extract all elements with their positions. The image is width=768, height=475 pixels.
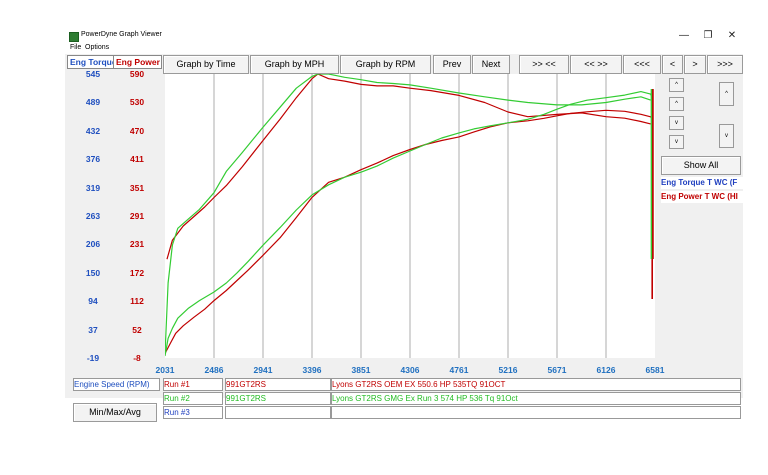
restore-button[interactable]: ❐ — [698, 28, 718, 44]
power-tick-label: 590 — [129, 69, 145, 79]
rpm-tick-label: 6126 — [596, 365, 616, 375]
power-tick-label: 112 — [130, 296, 144, 307]
torque-tick-label: 94 — [88, 296, 98, 307]
legend-power[interactable]: Eng Power T WC (HI — [661, 191, 743, 203]
close-button[interactable]: ✕ — [722, 28, 742, 44]
prev-button[interactable]: Prev — [433, 55, 471, 74]
torque-tick-label: 206 — [85, 239, 101, 250]
graph-by-mph-button[interactable]: Graph by MPH — [250, 55, 339, 74]
run-label[interactable]: Run #1 — [163, 378, 223, 391]
title-bar: PowerDyne Graph Viewer — ❐ ✕ — [65, 28, 743, 44]
zoom-out-button[interactable]: >> << — [519, 55, 569, 74]
torque-tick-label: 150 — [85, 267, 101, 278]
run-name[interactable]: 991GT2RS — [225, 392, 331, 405]
rpm-tick-label: 3396 — [302, 365, 322, 375]
run-description[interactable]: Lyons GT2RS GMG Ex Run 3 574 HP 536 Tq 9… — [331, 392, 741, 405]
menu-options[interactable]: Options — [85, 44, 109, 51]
scroll-up-fast-button[interactable]: ^ — [669, 78, 684, 92]
graph-by-time-button[interactable]: Graph by Time — [163, 55, 249, 74]
dyno-chart — [165, 74, 655, 358]
power-tick-label: 52 — [132, 324, 142, 335]
show-all-button[interactable]: Show All — [661, 156, 741, 175]
torque-tick-label: 489 — [85, 97, 101, 108]
x-axis-name-box[interactable]: Engine Speed (RPM) — [73, 378, 160, 391]
zoom-in-button[interactable]: << >> — [570, 55, 622, 74]
torque-tick-label: 432 — [85, 125, 101, 136]
torque-tick-label: 319 — [85, 182, 101, 193]
power-tick-label: 530 — [129, 97, 145, 108]
rpm-tick-label: 4761 — [449, 365, 469, 375]
minimize-button[interactable]: — — [674, 28, 694, 44]
graph-viewer-window: PowerDyne Graph Viewer — ❐ ✕ File Option… — [65, 28, 743, 422]
graph-by-rpm-button[interactable]: Graph by RPM — [340, 55, 431, 74]
torque-axis-header[interactable]: Eng Torque — [67, 55, 114, 69]
scroll-far-right-button[interactable]: >>> — [707, 55, 743, 74]
rpm-tick-label: 5671 — [547, 365, 567, 375]
run-name[interactable] — [225, 406, 331, 419]
rpm-tick-label: 2031 — [155, 365, 175, 375]
legend-torque[interactable]: Eng Torque T WC (F — [661, 177, 743, 189]
expand-vertical-button[interactable]: ^ — [719, 82, 734, 106]
rpm-tick-label: 2941 — [253, 365, 273, 375]
app-icon — [69, 32, 79, 42]
rpm-tick-label: 2486 — [204, 365, 224, 375]
min-max-avg-button[interactable]: Min/Max/Avg — [73, 403, 157, 422]
graph-panel: Eng Torque Eng Power Graph by Time Graph… — [65, 54, 743, 422]
power-tick-label: 351 — [129, 182, 145, 193]
torque-tick-label: 545 — [85, 69, 101, 79]
next-button[interactable]: Next — [472, 55, 510, 74]
power-tick-label: 172 — [129, 267, 145, 278]
power-tick-label: 470 — [129, 125, 145, 136]
menu-file[interactable]: File — [70, 44, 81, 51]
torque-tick-label: -19 — [86, 353, 100, 363]
rpm-tick-label: 4306 — [400, 365, 420, 375]
scroll-right-button[interactable]: > — [684, 55, 706, 74]
run-label[interactable]: Run #3 — [163, 406, 223, 419]
power-tick-label: 231 — [129, 239, 145, 250]
rpm-tick-label: 3851 — [351, 365, 371, 375]
power-tick-label: 291 — [129, 211, 145, 221]
torque-tick-label: 376 — [85, 154, 101, 165]
rpm-tick-label: 5216 — [498, 365, 518, 375]
scroll-far-left-button[interactable]: <<< — [623, 55, 661, 74]
scroll-up-button[interactable]: ^ — [669, 97, 684, 111]
rpm-tick-label: 6581 — [645, 365, 665, 375]
run-label[interactable]: Run #2 — [163, 392, 223, 405]
compress-vertical-button[interactable]: v — [719, 124, 734, 148]
scroll-left-button[interactable]: < — [662, 55, 683, 74]
scroll-down-button[interactable]: v — [669, 116, 684, 130]
menu-bar: File Options — [65, 44, 743, 54]
window-title: PowerDyne Graph Viewer — [81, 31, 162, 38]
power-tick-label: 411 — [130, 154, 144, 165]
run-name[interactable]: 991GT2RS — [225, 378, 331, 391]
torque-tick-label: 37 — [88, 324, 98, 335]
scroll-down-fast-button[interactable]: v — [669, 135, 684, 149]
run-description[interactable] — [331, 406, 741, 419]
run-description[interactable]: Lyons GT2RS OEM EX 550.6 HP 535TQ 91OCT — [331, 378, 741, 391]
torque-tick-label: 263 — [85, 211, 101, 221]
power-axis-header[interactable]: Eng Power — [113, 55, 162, 69]
power-tick-label: -8 — [133, 353, 141, 363]
